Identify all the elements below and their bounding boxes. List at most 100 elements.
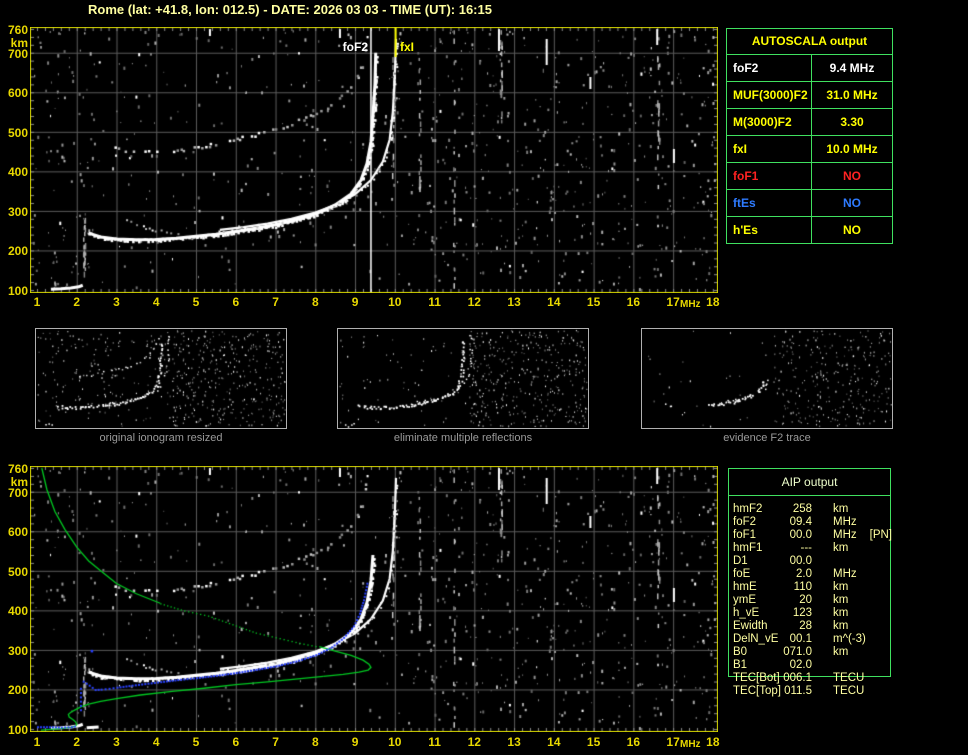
table-row: fxI 10.0 MHz xyxy=(727,136,892,163)
y-tick-label: 500 xyxy=(7,564,28,579)
x-tick-label: 13 xyxy=(507,735,521,749)
aip-note: [PN] xyxy=(869,529,893,541)
thumbnail-caption: eliminate multiple reflections xyxy=(393,432,533,444)
aip-unit: MHz xyxy=(833,568,857,580)
aip-row: foE 2.0 MHz xyxy=(728,568,928,581)
y-axis-unit-label: km xyxy=(10,475,28,489)
bottom-ionogram-canvas xyxy=(30,466,718,732)
x-tick-label: 3 xyxy=(113,735,120,749)
aip-row: B0 071.0 km xyxy=(728,646,928,659)
aip-label: hmF2 xyxy=(733,503,763,515)
row-value: NO xyxy=(843,169,861,183)
table-row: ftEs NO xyxy=(727,190,892,217)
x-tick-label: 2 xyxy=(73,295,81,309)
aip-table-title: AIP output xyxy=(729,469,890,496)
y-tick-label: 100 xyxy=(7,283,28,298)
aip-row: hmE 110 km xyxy=(728,581,928,594)
aip-value: 071.0 xyxy=(783,646,812,658)
aip-value: --- xyxy=(800,542,813,554)
aip-row: TEC[Top] 011.5 TECU xyxy=(728,685,928,698)
aip-label: TEC[Bot] xyxy=(733,672,780,684)
aip-value: 258 xyxy=(792,503,812,515)
x-tick-label: 2 xyxy=(73,735,81,749)
page-title: Rome (lat: +41.8, lon: 012.5) - DATE: 20… xyxy=(88,2,492,17)
x-tick-label: 8 xyxy=(311,295,319,309)
thumbnail-caption: evidence F2 trace xyxy=(723,432,811,444)
y-tick-label: 760 xyxy=(7,462,28,476)
aip-label: B0 xyxy=(733,646,748,658)
aip-label: h_vE xyxy=(733,607,760,619)
aip-table-rows: hmF2 258 km foF2 09.4 MHz foF1 00.0 MHz [PN] hmF1 -… xyxy=(728,503,928,698)
row-value: 31.0 MHz xyxy=(826,88,878,102)
aip-row: B1 02.0 xyxy=(728,659,928,672)
aip-row: D1 00.0 xyxy=(728,555,928,568)
x-tick-label: 13 xyxy=(507,295,521,309)
x-tick-label: 12 xyxy=(467,735,481,749)
table-row: foF1 NO xyxy=(727,163,892,190)
aip-unit: km xyxy=(833,594,849,606)
top-ionogram-canvas xyxy=(30,27,718,293)
aip-label: foF1 xyxy=(733,529,757,541)
aip-unit: km xyxy=(833,620,849,632)
row-label: M(3000)F2 xyxy=(727,109,812,135)
aip-unit: TECU xyxy=(833,672,865,684)
thumbnail-cleaned xyxy=(337,328,589,429)
aip-row: DelN_vE 00.1 m^(-3) xyxy=(728,633,928,646)
aip-row: foF2 09.4 MHz xyxy=(728,516,928,529)
x-tick-label: 6 xyxy=(232,735,240,749)
aip-unit: TECU xyxy=(833,685,865,697)
x-tick-label: 18 xyxy=(706,295,720,309)
y-tick-label: 100 xyxy=(7,722,28,737)
row-label: ftEs xyxy=(727,190,812,216)
x-tick-label: 7 xyxy=(272,295,279,309)
aip-value: 110 xyxy=(793,581,812,593)
table-row: MUF(3000)F2 31.0 MHz xyxy=(727,82,892,109)
x-tick-label: 4 xyxy=(152,735,160,749)
x-tick-label: 17 xyxy=(666,295,680,309)
aip-value: 00.0 xyxy=(789,555,812,567)
fxi-marker-label: fxI xyxy=(400,40,415,54)
x-tick-label: 9 xyxy=(351,735,359,749)
aip-value: 006.1 xyxy=(783,672,812,684)
y-tick-label: 300 xyxy=(7,643,28,658)
row-label: foF2 xyxy=(727,55,812,81)
aip-row: Ewidth 28 km xyxy=(728,620,928,633)
x-axis-unit-label: MHz xyxy=(680,299,701,310)
aip-value: 02.0 xyxy=(789,659,812,671)
aip-unit: MHz xyxy=(833,516,857,528)
x-tick-label: 1 xyxy=(33,295,41,309)
aip-unit: m^(-3) xyxy=(833,633,866,645)
thumbnail-f2trace xyxy=(641,328,893,429)
x-tick-label: 3 xyxy=(113,295,120,309)
y-tick-label: 200 xyxy=(7,683,28,698)
row-value: 10.0 MHz xyxy=(826,142,878,156)
row-label: h'Es xyxy=(727,217,812,243)
row-label: MUF(3000)F2 xyxy=(727,82,812,108)
aip-label: foF2 xyxy=(733,516,757,528)
x-tick-label: 11 xyxy=(428,295,441,309)
x-tick-label: 15 xyxy=(586,735,601,749)
aip-row: ymE 20 km xyxy=(728,594,928,607)
aip-value: 00.1 xyxy=(789,633,812,645)
row-label: fxI xyxy=(727,136,812,162)
table-row: M(3000)F2 3.30 xyxy=(727,109,892,136)
aip-label: D1 xyxy=(733,555,748,567)
aip-value: 2.0 xyxy=(796,568,812,580)
aip-row: hmF2 258 km xyxy=(728,503,928,516)
y-tick-label: 600 xyxy=(7,525,28,540)
aip-label: DelN_vE xyxy=(733,633,779,645)
y-tick-label: 200 xyxy=(7,244,28,259)
x-tick-label: 11 xyxy=(428,735,441,749)
aip-label: foE xyxy=(733,568,751,580)
aip-value: 00.0 xyxy=(789,529,812,541)
y-tick-label: 400 xyxy=(7,604,28,619)
aip-unit: km xyxy=(833,607,849,619)
y-tick-label: 300 xyxy=(7,204,28,219)
x-tick-label: 10 xyxy=(388,735,402,749)
x-tick-label: 14 xyxy=(547,735,561,749)
x-axis-unit-label: MHz xyxy=(680,739,701,750)
aip-unit: MHz xyxy=(833,529,857,541)
x-tick-label: 15 xyxy=(586,295,601,309)
row-value: NO xyxy=(843,223,861,237)
row-value: NO xyxy=(843,196,861,210)
